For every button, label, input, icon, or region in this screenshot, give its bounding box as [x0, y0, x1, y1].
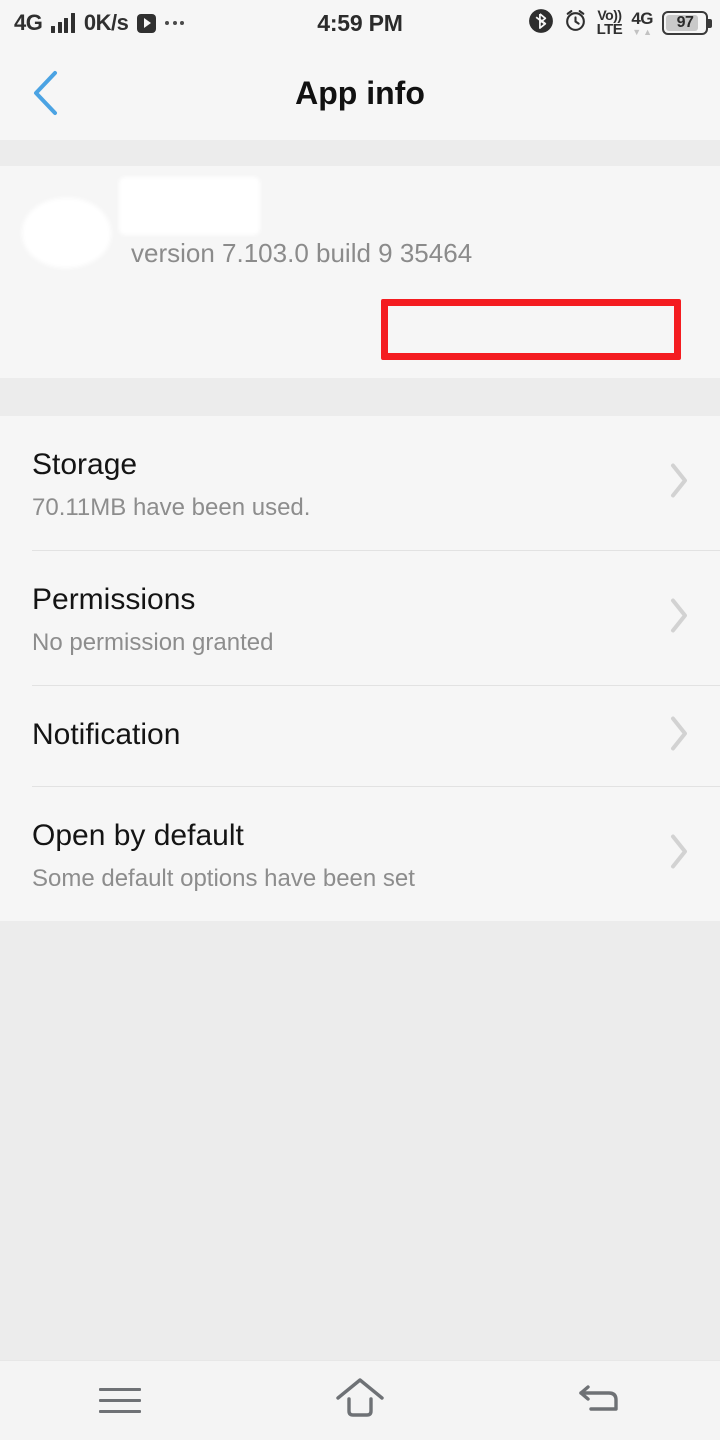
- list-item-subtitle: No permission granted: [32, 629, 274, 656]
- list-item-permissions[interactable]: Permissions No permission granted: [0, 551, 720, 685]
- app-icon-redacted: [27, 203, 106, 263]
- list-item-subtitle: Some default options have been set: [32, 865, 415, 892]
- alarm-clock-icon: [563, 8, 588, 38]
- app-version-label: version 7.103.0 build 9 35464: [131, 238, 473, 268]
- list-item-title: Storage: [32, 448, 138, 481]
- list-item-title: Permissions: [32, 583, 196, 616]
- chevron-right-icon: [668, 715, 690, 758]
- page-title: App info: [295, 74, 425, 111]
- list-item-title: Open by default: [32, 819, 244, 852]
- data-arrow-down-icon: ▼: [632, 26, 642, 37]
- app-name-redacted: [122, 180, 257, 232]
- data-activity-arrows: ▼ ▲: [632, 26, 653, 37]
- home-icon: [333, 1375, 387, 1426]
- app-summary-section: version 7.103.0 build 9 35464 Force stop…: [0, 166, 720, 526]
- app-settings-list: Storage 70.11MB have been used. Permissi…: [0, 416, 720, 921]
- back-button[interactable]: [0, 46, 90, 140]
- list-item-subtitle: 70.11MB have been used.: [32, 494, 311, 521]
- list-item-storage[interactable]: Storage 70.11MB have been used.: [0, 416, 720, 550]
- status-bar: 4G 0K/s 4:59 PM Vo)) LTE 4G ▼ ▲ 97: [0, 0, 720, 46]
- list-item-open-by-default[interactable]: Open by default Some default options hav…: [0, 787, 720, 921]
- battery-icon: 97: [662, 11, 712, 35]
- mobile-network-label: 4G: [631, 8, 653, 28]
- nav-home-button[interactable]: [240, 1361, 480, 1440]
- volte-line2: LTE: [596, 20, 623, 38]
- section-gap-top: [0, 140, 720, 166]
- nav-back-button[interactable]: [480, 1361, 720, 1440]
- bluetooth-icon: [528, 8, 554, 39]
- back-chevron-icon: [28, 69, 62, 117]
- data-arrow-up-icon: ▲: [643, 26, 653, 37]
- system-navigation-bar: [0, 1360, 720, 1440]
- list-item-title: Notification: [32, 718, 181, 751]
- list-item-notification[interactable]: Notification: [0, 686, 720, 786]
- phone-screen: 4G 0K/s 4:59 PM Vo)) LTE 4G ▼ ▲ 97 App i…: [0, 0, 720, 1440]
- mobile-network-indicator: 4G ▼ ▲: [631, 10, 653, 37]
- battery-level-label: 97: [676, 14, 694, 31]
- section-gap-middle: [0, 378, 720, 416]
- chevron-right-icon: [668, 597, 690, 640]
- chevron-right-icon: [668, 462, 690, 505]
- status-bar-right: Vo)) LTE 4G ▼ ▲ 97: [528, 8, 712, 39]
- chevron-right-icon: [668, 833, 690, 876]
- app-bar: App info: [0, 46, 720, 140]
- menu-recents-icon: [99, 1388, 141, 1413]
- back-return-icon: [575, 1375, 625, 1426]
- volte-indicator: Vo)) LTE: [596, 8, 623, 38]
- nav-menu-button[interactable]: [0, 1361, 240, 1440]
